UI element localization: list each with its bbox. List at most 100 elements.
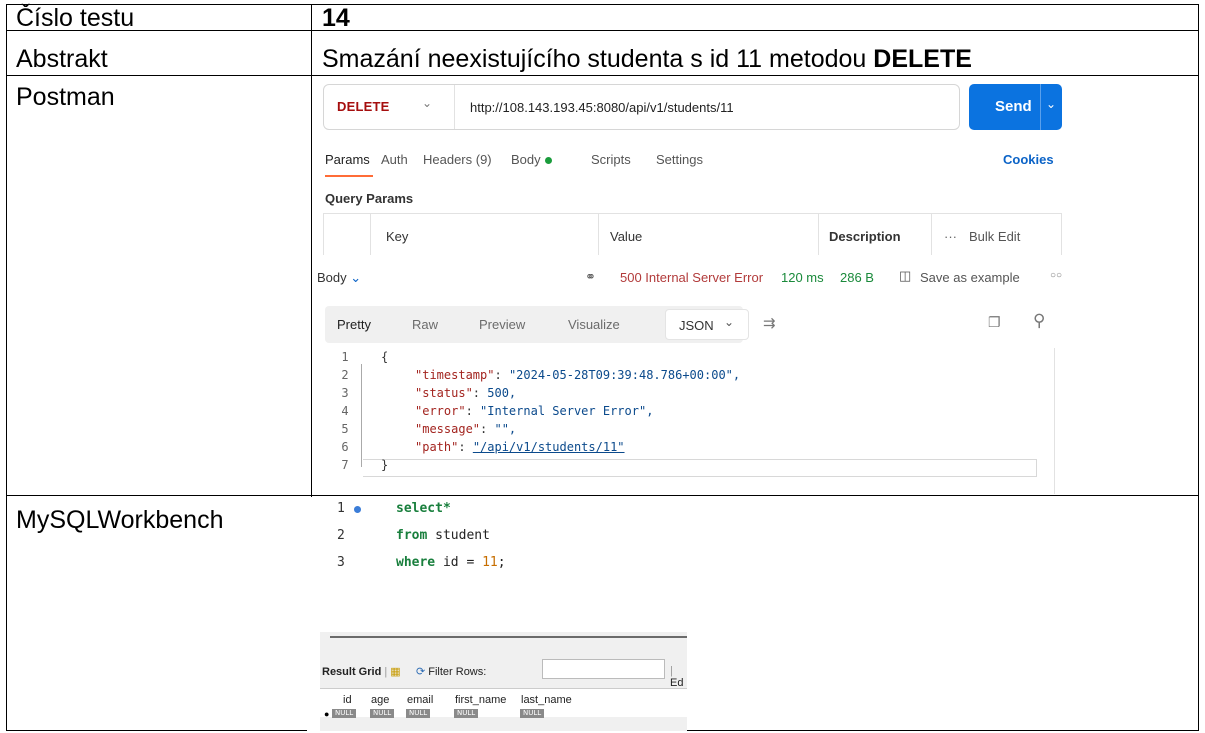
- line-number: 3: [341, 386, 349, 400]
- column-email[interactable]: email: [407, 694, 433, 706]
- tab-auth[interactable]: Auth: [381, 152, 408, 167]
- column-key: Key: [386, 229, 409, 244]
- wrap-lines-icon[interactable]: ⇉: [763, 314, 776, 332]
- globe-icon: ⚭: [585, 269, 596, 284]
- null-cell[interactable]: NULL: [520, 709, 545, 718]
- column-first-name[interactable]: first_name: [455, 694, 506, 706]
- column-description: Description: [829, 229, 901, 244]
- column-divider: [818, 214, 819, 255]
- response-size[interactable]: 286 B: [840, 270, 874, 285]
- panel-splitter[interactable]: [330, 636, 687, 638]
- request-url-bar: DELETE ⌄ http://108.143.193.45:8080/api/…: [323, 84, 960, 130]
- tab-raw[interactable]: Raw: [412, 317, 438, 332]
- filter-rows-label: Filter Rows:: [428, 666, 487, 678]
- response-time[interactable]: 120 ms: [781, 270, 824, 285]
- refresh-icon[interactable]: ⟳: [416, 666, 425, 678]
- copy-icon[interactable]: ❐: [988, 314, 1001, 331]
- label-test-number: Číslo testu: [16, 4, 135, 32]
- label-abstract: Abstrakt: [16, 45, 108, 73]
- tab-params[interactable]: Params: [325, 152, 370, 167]
- column-divider: [598, 214, 599, 255]
- result-grid-toolbar: Result Grid | ▦ ⟳ Filter Rows:: [322, 666, 487, 678]
- null-cell[interactable]: NULL: [406, 709, 431, 718]
- status-badge[interactable]: 500 Internal Server Error: [620, 270, 763, 285]
- tab-settings[interactable]: Settings: [656, 152, 703, 167]
- column-last-name[interactable]: last_name: [521, 694, 572, 706]
- line-number: 6: [341, 440, 349, 454]
- code-line: }: [381, 458, 389, 472]
- value-abstract: Smazání neexistujícího studenta s id 11 …: [322, 45, 972, 73]
- null-cell[interactable]: NULL: [332, 709, 357, 718]
- save-icon: ◫: [899, 268, 912, 283]
- code-line: "status": 500,: [415, 386, 517, 400]
- line-number: 7: [341, 458, 349, 472]
- response-body-toggle[interactable]: Body ⌄: [317, 270, 361, 286]
- more-icon[interactable]: ···: [944, 229, 957, 244]
- value-test-number: 14: [322, 4, 350, 32]
- label-mysqlworkbench: MySQLWorkbench: [16, 506, 224, 534]
- tab-headers[interactable]: Headers (9): [423, 152, 492, 167]
- tab-visualize[interactable]: Visualize: [568, 317, 620, 332]
- column-value: Value: [610, 229, 643, 244]
- tab-pretty[interactable]: Pretty: [337, 317, 371, 332]
- tab-preview[interactable]: Preview: [479, 317, 525, 332]
- postman-panel: DELETE ⌄ http://108.143.193.45:8080/api/…: [307, 80, 1067, 497]
- sql-line[interactable]: select*: [396, 501, 451, 516]
- cookies-link[interactable]: Cookies: [1003, 152, 1054, 167]
- query-params-table: Key Value Description ··· Bulk Edit: [323, 213, 1062, 255]
- chevron-down-icon: ⌄: [724, 315, 735, 329]
- filter-rows-input[interactable]: [542, 659, 665, 679]
- current-line-highlight: [363, 459, 1037, 477]
- line-number: 1: [337, 501, 345, 516]
- divider: [1040, 84, 1041, 130]
- result-grid-panel: Result Grid | ▦ ⟳ Filter Rows: | Ed id a…: [320, 632, 687, 731]
- more-icon[interactable]: ○○: [1050, 270, 1062, 281]
- url-input[interactable]: http://108.143.193.45:8080/api/v1/studen…: [470, 100, 734, 115]
- null-cell[interactable]: NULL: [370, 709, 395, 718]
- new-row-marker-icon: ●: [324, 709, 330, 719]
- editor-scrollbar[interactable]: [1054, 348, 1055, 494]
- code-line: "path": "/api/v1/students/11": [415, 440, 625, 454]
- grid-view-icon[interactable]: ▦: [390, 666, 400, 678]
- line-number: 5: [341, 422, 349, 436]
- line-number: 1: [341, 350, 349, 364]
- chevron-down-icon[interactable]: ⌄: [1046, 97, 1056, 111]
- result-grid-label[interactable]: Result Grid: [322, 666, 381, 678]
- column-divider: [931, 214, 932, 255]
- line-number: 2: [337, 528, 345, 543]
- line-number: 4: [341, 404, 349, 418]
- code-line: "timestamp": "2024-05-28T09:39:48.786+00…: [415, 368, 741, 382]
- code-line: "message": "",: [415, 422, 517, 436]
- tab-scripts[interactable]: Scripts: [591, 152, 631, 167]
- line-number: 3: [337, 555, 345, 570]
- column-age[interactable]: age: [371, 694, 389, 706]
- search-icon[interactable]: ⚲: [1033, 311, 1045, 331]
- active-tab-indicator: [325, 175, 373, 177]
- mysql-workbench-panel: 1 select* 2 from student 3 where id = 11…: [307, 497, 687, 731]
- null-cell[interactable]: NULL: [454, 709, 479, 718]
- column-id[interactable]: id: [343, 694, 352, 706]
- divider: [454, 85, 455, 129]
- row-divider: [7, 75, 1198, 76]
- response-view-tabs: Pretty Raw Preview Visualize JSON ⌄: [325, 306, 749, 343]
- send-label: Send: [995, 98, 1032, 115]
- save-as-example-button[interactable]: Save as example: [920, 270, 1020, 285]
- chevron-down-icon[interactable]: ⌄: [422, 96, 432, 110]
- label-postman: Postman: [16, 83, 115, 111]
- method-select[interactable]: DELETE: [337, 99, 389, 114]
- row-divider: [7, 30, 1198, 31]
- column-divider: [370, 214, 371, 255]
- send-button[interactable]: Send ⌄: [969, 84, 1062, 130]
- path-link[interactable]: "/api/v1/students/11": [473, 440, 625, 454]
- result-grid: id age email first_name last_name ● NULL…: [320, 688, 687, 719]
- body-indicator-icon: [544, 157, 552, 165]
- edit-label[interactable]: | Ed: [670, 665, 687, 689]
- sql-line[interactable]: where id = 11;: [396, 555, 506, 570]
- code-line: {: [381, 350, 389, 364]
- bulk-edit-link[interactable]: Bulk Edit: [969, 229, 1020, 244]
- line-number: 2: [341, 368, 349, 382]
- code-line: "error": "Internal Server Error",: [415, 404, 654, 418]
- tab-body[interactable]: Body: [511, 152, 552, 167]
- sql-line[interactable]: from student: [396, 528, 490, 543]
- format-select[interactable]: JSON ⌄: [665, 309, 749, 340]
